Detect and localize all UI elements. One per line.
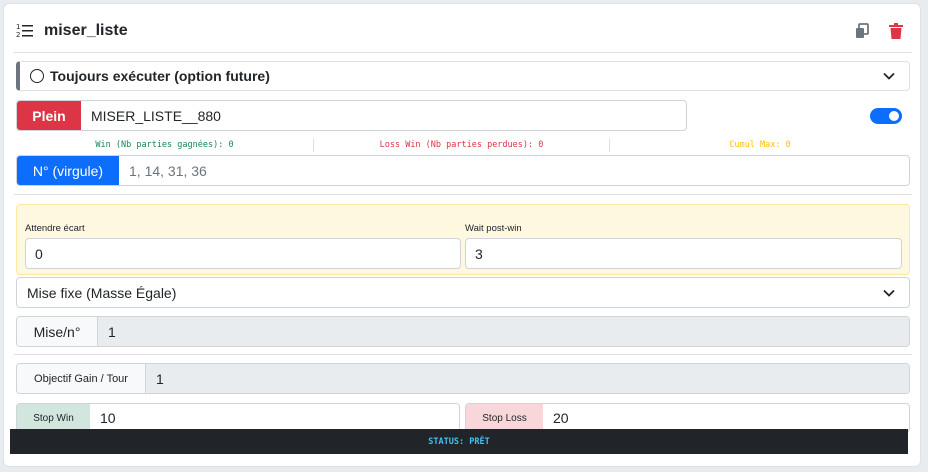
wait-post-win-input[interactable]: 3	[465, 238, 902, 269]
strategy-name-input[interactable]: MISER_LISTE__880	[81, 101, 686, 130]
always-run-label: Toujours exécuter (option future)	[50, 68, 270, 84]
attendre-ecart-input[interactable]: 0	[25, 238, 461, 269]
mise-input[interactable]: 1	[98, 317, 909, 346]
chevron-down-icon	[883, 289, 895, 297]
mise-input-group: Mise/n° 1	[16, 316, 910, 347]
strategy-card: 1 2 miser_liste Toujours exécuter (optio…	[3, 3, 921, 467]
cumul-stat: Cumul Max: 0	[729, 140, 791, 150]
stop-win-addon: Stop Win	[17, 404, 90, 432]
status-text: STATUS: PRÊT	[428, 436, 490, 447]
objectif-addon: Objectif Gain / Tour	[17, 364, 146, 393]
divider	[14, 52, 912, 53]
chevron-down-icon	[883, 72, 895, 80]
status-bar: STATUS: PRÊT	[10, 429, 908, 454]
strategy-title: miser_liste	[44, 22, 128, 39]
mise-mode-select[interactable]: Mise fixe (Masse Égale)	[16, 277, 910, 308]
wait-settings-panel: Attendre écart 0 Wait post-win 3	[16, 204, 910, 275]
divider	[14, 354, 912, 355]
svg-text:1: 1	[16, 23, 20, 31]
attendre-ecart-label: Attendre écart	[25, 223, 85, 234]
always-run-toggle[interactable]: Toujours exécuter (option future)	[16, 61, 910, 91]
stop-loss-addon: Stop Loss	[466, 404, 543, 432]
mise-addon: Mise/n°	[17, 317, 98, 346]
radio-circle-icon[interactable]	[30, 69, 44, 83]
loss-stat: Loss Win (Nb parties perdues): 0	[314, 138, 610, 152]
numbers-addon: N° (virgule)	[17, 156, 119, 185]
plein-addon: Plein	[17, 101, 81, 130]
plein-input-group: Plein MISER_LISTE__880	[16, 100, 687, 131]
numbers-input[interactable]: 1, 14, 31, 36	[119, 156, 909, 185]
win-stat: Win (Nb parties gagnées): 0	[16, 138, 314, 152]
objectif-input[interactable]: 1	[146, 364, 909, 393]
copy-icon[interactable]	[854, 23, 870, 39]
wait-post-win-label: Wait post-win	[465, 223, 522, 234]
numbered-list-icon: 1 2	[16, 23, 33, 38]
strategy-enabled-toggle[interactable]	[870, 108, 902, 124]
divider	[14, 194, 912, 195]
toggle-knob	[889, 111, 899, 121]
trash-icon[interactable]	[889, 23, 903, 39]
mise-mode-value: Mise fixe (Masse Égale)	[27, 284, 177, 301]
numbers-input-group: N° (virgule) 1, 14, 31, 36	[16, 155, 910, 186]
svg-text:2: 2	[16, 31, 20, 38]
objectif-input-group: Objectif Gain / Tour 1	[16, 363, 910, 394]
stop-win-input[interactable]: 10	[90, 404, 459, 432]
stop-loss-input[interactable]: 20	[543, 404, 909, 432]
